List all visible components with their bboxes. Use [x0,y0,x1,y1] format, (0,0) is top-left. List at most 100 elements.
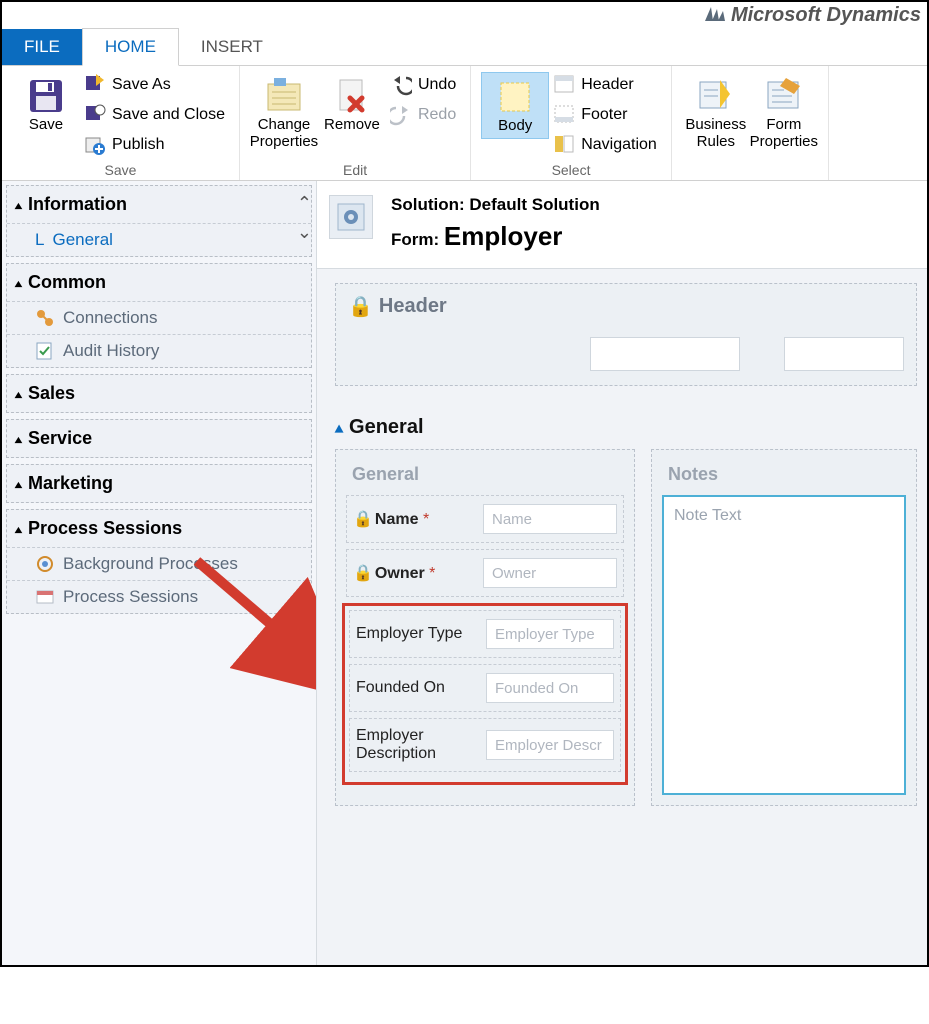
form-header-bar: Solution: Default Solution Form: Employe… [317,181,927,268]
nav-sec-information: Information LGeneral [6,185,312,257]
ribbon-group-extra: Business Rules Form Properties [672,66,829,180]
gear-form-icon [336,202,366,232]
save-button[interactable]: Save [12,72,80,137]
ribbon-group-select: Body Header Footer Navigation Select [471,66,672,180]
publish-button[interactable]: Publish [80,132,229,158]
input-employer-type[interactable]: Employer Type [486,619,614,649]
solution-label: Solution: [391,195,465,214]
highlighted-fields: Employer Type Employer Type Founded On F… [342,603,628,785]
nav-hd-service[interactable]: Service [7,420,311,457]
left-nav: ⌃ ⌄ Information LGeneral Common Connecti… [2,181,317,965]
properties-icon [264,76,304,116]
gear-cycle-icon [35,554,55,574]
footer-button[interactable]: Footer [549,102,661,128]
nav-scroll-up[interactable]: ⌃ [297,193,312,214]
nav-sec-marketing: Marketing [6,464,312,503]
section-header-title: Header [379,295,447,318]
save-as-button[interactable]: Save As [80,72,229,98]
redo-icon [390,104,412,126]
col-notes-label: Notes [662,460,906,495]
group-label-edit: Edit [250,158,460,178]
business-rules-button[interactable]: Business Rules [682,72,750,155]
field-employer-description[interactable]: Employer Description Employer Descr [349,718,621,772]
remove-button[interactable]: Remove [318,72,386,137]
lock-icon: 🔒 [353,565,373,582]
nav-scroll: ⌃ ⌄ [297,193,312,243]
work-area: ⌃ ⌄ Information LGeneral Common Connecti… [2,181,927,965]
input-employer-description[interactable]: Employer Descr [486,730,614,760]
input-owner[interactable]: Owner [483,558,617,588]
group-label-extra [682,174,818,178]
brand-bar: Microsoft Dynamics [2,2,927,27]
lock-icon: 🔒 [353,511,373,528]
section-general-title: General [349,416,423,439]
undo-icon [390,74,412,96]
nav-item-process-sessions[interactable]: Process Sessions [7,580,311,613]
nav-sec-common: Common Connections Audit History [6,263,312,368]
nav-sec-sales: Sales [6,374,312,413]
nav-item-audit[interactable]: Audit History [7,334,311,367]
audit-icon [35,341,55,361]
change-properties-button[interactable]: Change Properties [250,72,318,155]
body-button[interactable]: Body [481,72,549,139]
lock-icon: 🔒 [348,294,373,319]
nav-hd-marketing[interactable]: Marketing [7,465,311,502]
save-icon [26,76,66,116]
form-canvas[interactable]: 🔒Header General General 🔒Name * [317,268,927,965]
form-section-header[interactable]: 🔒 Header [335,283,917,386]
field-employer-type[interactable]: Employer Type Employer Type [349,610,621,658]
redo-button[interactable]: Redo [386,102,460,128]
column-notes[interactable]: Notes Note Text [651,449,917,806]
ribbon-group-edit: Change Properties Remove Undo Redo Edit [240,66,471,180]
nav-hd-information[interactable]: Information [7,186,311,223]
ribbon-group-save: Save Save As Save and Close Publish Save [2,66,240,180]
save-close-button[interactable]: Save and Close [80,102,229,128]
field-name[interactable]: 🔒Name * Name [346,495,624,543]
input-founded-on[interactable]: Founded On [486,673,614,703]
nav-item-bg-processes[interactable]: Background Processes [7,547,311,580]
footer-icon [553,104,575,126]
group-label-save: Save [12,158,229,178]
body-icon [495,77,535,117]
nav-hd-process[interactable]: Process Sessions [7,510,311,547]
ribbon-tabs: FILE HOME INSERT [2,27,927,65]
header-button[interactable]: Header [549,72,661,98]
sessions-icon [35,587,55,607]
header-icon [553,74,575,96]
dynamics-logo-icon [703,5,725,23]
connections-icon [35,308,55,328]
form-properties-button[interactable]: Form Properties [750,72,818,155]
form-value: Employer [444,221,563,251]
col-general-label: General [346,460,624,495]
navigation-icon [553,134,575,156]
ribbon: Save Save As Save and Close Publish Save [2,65,927,181]
form-label: Form: [391,230,439,249]
header-placeholder-1[interactable] [590,337,740,371]
publish-icon [84,134,106,156]
form-props-icon [764,76,804,116]
notes-textarea[interactable]: Note Text [662,495,906,795]
field-founded-on[interactable]: Founded On Founded On [349,664,621,712]
solution-value: Default Solution [469,195,599,214]
header-placeholder-2[interactable] [784,337,904,371]
remove-icon [332,76,372,116]
nav-hd-common[interactable]: Common [7,264,311,301]
form-designer-main: Solution: Default Solution Form: Employe… [317,181,927,965]
rules-icon [696,76,736,116]
tab-home[interactable]: HOME [82,28,179,66]
form-icon [329,195,373,239]
nav-item-connections[interactable]: Connections [7,301,311,334]
nav-hd-sales[interactable]: Sales [7,375,311,412]
tab-insert[interactable]: INSERT [179,29,285,65]
nav-item-general[interactable]: LGeneral [7,223,311,256]
group-label-select: Select [481,158,661,178]
nav-scroll-down[interactable]: ⌄ [297,222,312,243]
navigation-button[interactable]: Navigation [549,132,661,158]
undo-button[interactable]: Undo [386,72,460,98]
form-section-general[interactable]: General General 🔒Name * Name 🔒Owner * Ow… [335,406,917,806]
field-owner[interactable]: 🔒Owner * Owner [346,549,624,597]
tab-file[interactable]: FILE [2,29,82,65]
save-as-icon [84,74,106,96]
input-name[interactable]: Name [483,504,617,534]
column-general[interactable]: General 🔒Name * Name 🔒Owner * Owner Empl… [335,449,635,806]
